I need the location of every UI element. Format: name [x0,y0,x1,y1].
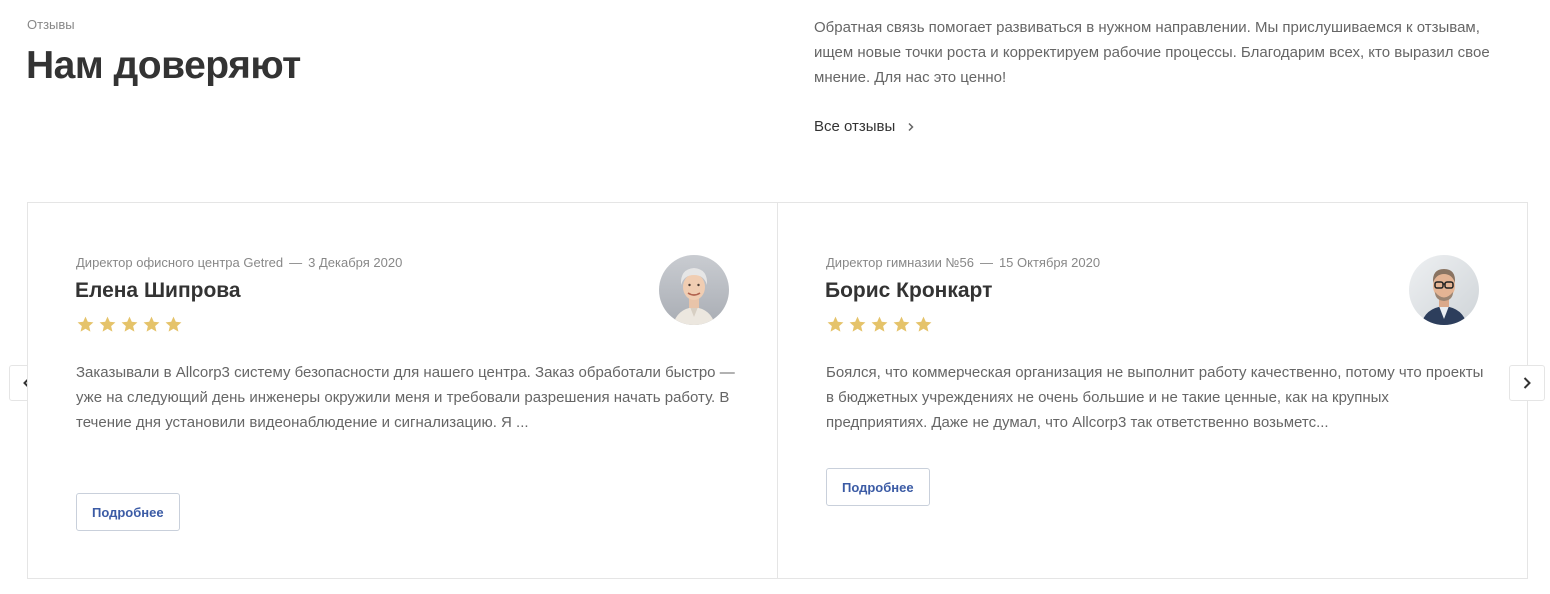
review-meta: Директор гимназии №56 — 15 Октября 2020 [826,255,1100,270]
review-text: Боялся, что коммерческая организация не … [826,364,1484,431]
star-icon [827,316,844,332]
review-card: Директор офисного центра Getred — 3 Дека… [27,202,778,579]
star-icon [893,316,910,332]
star-icon [121,316,138,332]
all-reviews-link[interactable]: Все отзывы [814,118,917,135]
review-date: 15 Октября 2020 [998,255,1101,270]
review-meta: Директор офисного центра Getred — 3 Дека… [76,255,402,270]
star-icon [915,316,932,332]
star-icon [165,316,182,332]
section-intro: Обратная связь помогает развиваться в ну… [814,19,1490,86]
review-author-name: Борис Кронкарт [825,279,993,302]
review-position: Директор офисного центра Getred [76,255,284,270]
chevron-right-icon [1523,377,1531,389]
star-icon [871,316,888,332]
review-author-name: Елена Шипрова [75,279,241,302]
chevron-right-icon [908,122,914,131]
star-icon [77,316,94,332]
review-author-avatar [659,255,729,325]
review-date: 3 Декабря 2020 [308,255,403,270]
review-rating [826,315,933,334]
review-rating [76,315,183,334]
carousel-next-button[interactable] [1509,365,1545,401]
review-separator: — [289,255,303,270]
all-reviews-label: Все отзывы [814,118,896,135]
section-title: Нам доверяют [26,44,301,87]
star-icon [99,316,116,332]
review-more-button[interactable]: Подробнее [826,468,930,506]
review-card: Директор гимназии №56 — 15 Октября 2020 … [777,202,1528,579]
review-author-avatar [1409,255,1479,325]
section-eyebrow: Отзывы [27,17,75,32]
reviews-carousel: Директор офисного центра Getred — 3 Дека… [27,202,1528,579]
review-separator: — [979,255,993,270]
review-text: Заказывали в Allcorp3 систему безопаснос… [76,364,735,431]
star-icon [143,316,160,332]
review-more-button[interactable]: Подробнее [76,493,180,531]
star-icon [849,316,866,332]
review-position: Директор гимназии №56 [826,255,974,270]
